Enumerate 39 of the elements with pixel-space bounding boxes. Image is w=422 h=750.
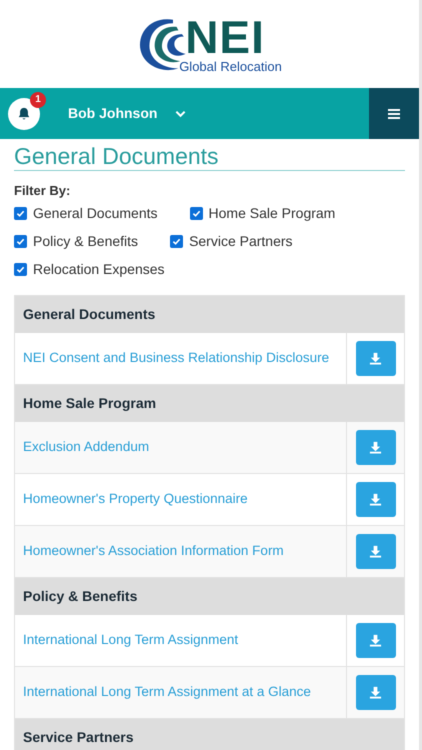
checkbox-label: General Documents xyxy=(33,204,158,222)
bell-icon xyxy=(17,106,31,120)
group-header: Policy & Benefits xyxy=(15,578,404,614)
download-button[interactable] xyxy=(356,622,396,658)
checkbox-label: Home Sale Program xyxy=(208,204,336,223)
download-button[interactable] xyxy=(356,340,396,376)
checkbox-label: Policy & Benefits xyxy=(33,232,138,251)
checkbox[interactable] xyxy=(14,206,27,220)
download-icon xyxy=(369,634,382,646)
chevron-down-icon xyxy=(175,110,186,118)
download-button[interactable] xyxy=(356,430,396,464)
filter-label: Filter By: xyxy=(14,182,72,200)
notification-badge: 1 xyxy=(30,92,46,108)
group-header: Home Sale Program xyxy=(15,384,404,422)
logo-tagline: Global Relocation xyxy=(179,59,282,75)
download-button[interactable] xyxy=(356,534,396,568)
document-link[interactable]: International Long Term Assignment xyxy=(15,614,347,666)
document-link[interactable]: Homeowner's Property Questionnaire xyxy=(15,474,347,524)
menu-icon xyxy=(388,108,400,118)
page-title: General Documents xyxy=(14,142,405,171)
download-button[interactable] xyxy=(356,482,396,516)
download-icon xyxy=(369,352,382,364)
checkbox[interactable] xyxy=(14,262,27,276)
checkbox-label: Relocation Expenses xyxy=(33,260,165,279)
group-header: General Documents xyxy=(15,296,404,332)
download-icon xyxy=(369,440,382,454)
checkbox-label: Service Partners xyxy=(189,232,293,250)
document-link[interactable]: NEI Consent and Business Relationship Disclosure xyxy=(15,332,347,384)
checkbox[interactable] xyxy=(14,234,27,248)
download-icon xyxy=(369,492,382,506)
download-icon xyxy=(369,686,382,698)
checkbox[interactable] xyxy=(170,234,184,248)
group-header: Service Partners xyxy=(15,718,404,750)
download-icon xyxy=(369,544,382,558)
checkbox[interactable] xyxy=(190,206,203,220)
user-menu-button[interactable]: Bob Johnson xyxy=(68,103,186,124)
menu-button[interactable] xyxy=(369,88,419,139)
download-button[interactable] xyxy=(356,674,396,710)
logo-wordmark: NEI xyxy=(185,15,265,59)
